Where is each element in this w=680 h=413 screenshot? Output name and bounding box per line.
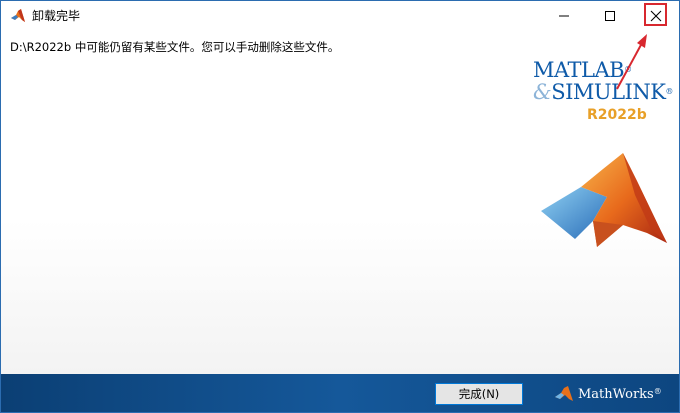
content-area: D:\R2022b 中可能仍留有某些文件。您可以手动删除这些文件。 MATLAB…	[1, 31, 679, 374]
title-bar[interactable]: 卸载完毕	[1, 1, 679, 31]
mathworks-membrane-icon	[555, 386, 573, 401]
maximize-button[interactable]	[587, 1, 633, 31]
version-label: R2022b	[587, 107, 647, 123]
mathworks-logo: MathWorks®	[554, 383, 662, 405]
maximize-icon	[605, 11, 615, 21]
uninstall-window: 卸载完毕 D:\R2022b 中可能仍留有某些文件。您可以手动删除这些文件。 M…	[0, 0, 680, 413]
window-title: 卸载完毕	[32, 9, 81, 23]
minimize-icon	[559, 15, 569, 17]
footer-bar: 完成(N) MathWorks®	[1, 374, 679, 412]
mathworks-reg-mark: ®	[653, 386, 662, 396]
finish-button[interactable]: 完成(N)	[435, 383, 523, 405]
mathworks-wordmark: MathWorks®	[578, 387, 662, 402]
close-highlight-box	[644, 3, 667, 26]
matlab-app-icon	[11, 9, 25, 22]
mathworks-text: MathWorks	[578, 386, 654, 402]
minimize-button[interactable]	[541, 1, 587, 31]
matlab-membrane-logo	[541, 153, 667, 247]
annotation-arrow	[616, 34, 647, 90]
